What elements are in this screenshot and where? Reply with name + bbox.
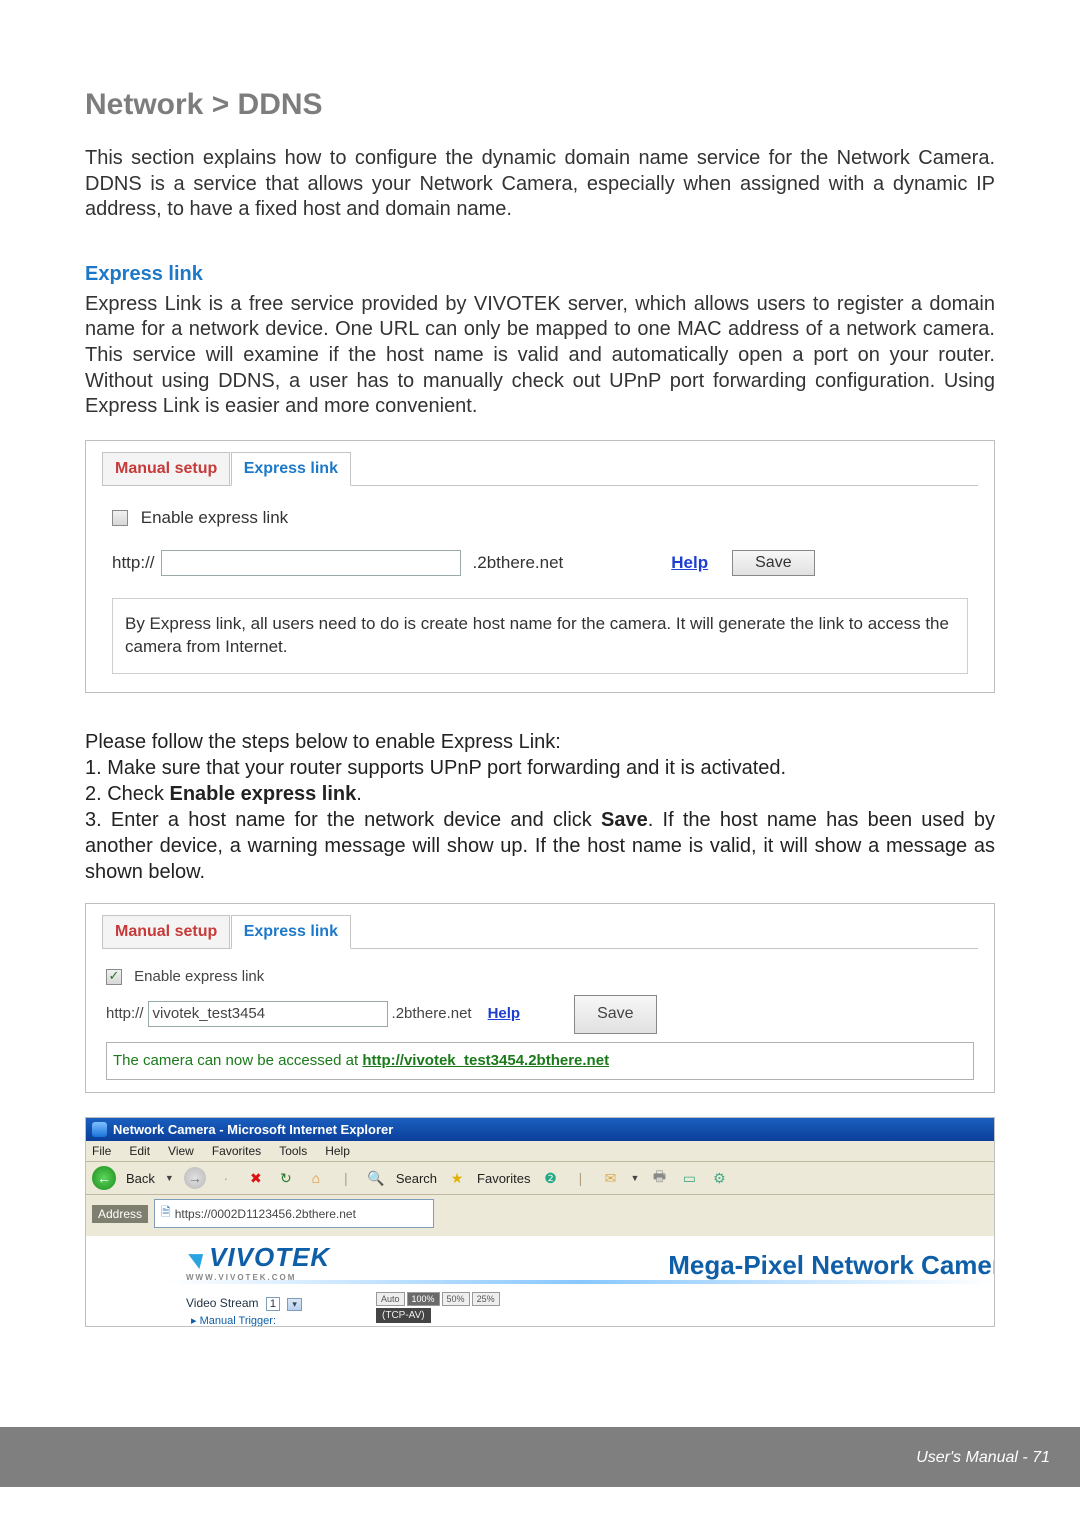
help-link-2[interactable]: Help xyxy=(488,1000,521,1029)
ie-logo-icon xyxy=(92,1122,107,1137)
enable-express-link-checkbox[interactable] xyxy=(112,510,128,526)
favorites-icon[interactable]: ★ xyxy=(447,1168,467,1188)
step-2: 2. Check Enable express link. xyxy=(85,781,995,807)
page-number: User's Manual - 71 xyxy=(916,1449,1050,1467)
forward-icon[interactable]: → xyxy=(184,1167,206,1189)
express-link-panel-unchecked: Manual setup Express link Enable express… xyxy=(85,440,995,693)
print-icon[interactable]: 🖶 xyxy=(649,1168,669,1188)
enable-express-link-label-2: Enable express link xyxy=(134,968,264,985)
home-icon[interactable]: ⌂ xyxy=(306,1168,326,1188)
ie-browser-screenshot: Network Camera - Microsoft Internet Expl… xyxy=(85,1117,995,1327)
menu-view[interactable]: View xyxy=(168,1144,194,1158)
section-heading: Express link xyxy=(85,263,995,286)
menu-tools[interactable]: Tools xyxy=(279,1144,307,1158)
mail-icon[interactable]: ✉ xyxy=(601,1168,621,1188)
save-button[interactable]: Save xyxy=(732,550,814,576)
enable-express-link-label: Enable express link xyxy=(141,508,288,527)
url-prefix-2: http:// xyxy=(106,1000,144,1029)
success-message: The camera can now be accessed at http:/… xyxy=(106,1042,974,1081)
ie-viewport: ◥ VIVOTEK WWW.VIVOTEK.COM Mega-Pixel Net… xyxy=(86,1236,994,1326)
search-label[interactable]: Search xyxy=(396,1171,437,1186)
ie-addressbar: Address 🗎 https://0002D1123456.2bthere.n… xyxy=(86,1195,994,1236)
express-link-panel-checked: Manual setup Express link ✓ Enable expre… xyxy=(85,903,995,1093)
steps-block: Please follow the steps below to enable … xyxy=(85,729,995,885)
video-stream-select[interactable]: 1 xyxy=(266,1297,280,1311)
section-body: Express Link is a free service provided … xyxy=(85,292,995,420)
zoom-50[interactable]: 50% xyxy=(442,1292,470,1306)
menu-edit[interactable]: Edit xyxy=(129,1144,150,1158)
url-suffix: .2bthere.net xyxy=(473,553,564,573)
vivotek-logo: ◥ VIVOTEK WWW.VIVOTEK.COM xyxy=(186,1242,330,1282)
address-label: Address xyxy=(92,1205,148,1223)
favorites-label[interactable]: Favorites xyxy=(477,1171,530,1186)
edit-icon[interactable]: ▭ xyxy=(679,1168,699,1188)
ie-titlebar: Network Camera - Microsoft Internet Expl… xyxy=(86,1118,994,1141)
back-label[interactable]: Back xyxy=(126,1171,155,1186)
camera-title: Mega-Pixel Network Camer xyxy=(668,1250,994,1281)
menu-help[interactable]: Help xyxy=(325,1144,350,1158)
zoom-100[interactable]: 100% xyxy=(407,1292,440,1306)
steps-intro: Please follow the steps below to enable … xyxy=(85,729,995,755)
ie-menubar: File Edit View Favorites Tools Help xyxy=(86,1141,994,1162)
refresh-icon[interactable]: ↻ xyxy=(276,1168,296,1188)
save-button-2[interactable]: Save xyxy=(574,995,656,1033)
tab-express-link[interactable]: Express link xyxy=(231,452,351,486)
zoom-25[interactable]: 25% xyxy=(472,1292,500,1306)
step-1: 1. Make sure that your router supports U… xyxy=(85,755,995,781)
zoom-buttons: Auto 100% 50% 25% xyxy=(376,1292,500,1306)
header-bar: VIVOTEK xyxy=(0,0,1080,34)
research-icon[interactable]: ⚙ xyxy=(709,1168,729,1188)
url-suffix-2: .2bthere.net xyxy=(392,1000,472,1029)
enable-express-link-checkbox-checked[interactable]: ✓ xyxy=(106,969,122,985)
ie-toolbar: ← Back▼ → · ✖ ↻ ⌂ | 🔍 Search ★ Favorites… xyxy=(86,1162,994,1195)
menu-file[interactable]: File xyxy=(92,1144,111,1158)
protocol-label: (TCP-AV) xyxy=(376,1308,431,1323)
stop-icon[interactable]: ✖ xyxy=(246,1168,266,1188)
step-3: 3. Enter a host name for the network dev… xyxy=(85,807,995,885)
hostname-input-filled[interactable]: vivotek_test3454 xyxy=(148,1001,388,1027)
manual-trigger-label[interactable]: ▸ Manual Trigger: xyxy=(191,1314,276,1326)
url-prefix: http:// xyxy=(112,553,155,573)
page-icon: 🗎 xyxy=(161,1203,171,1224)
menu-favorites[interactable]: Favorites xyxy=(212,1144,261,1158)
video-stream-label: Video Stream 1 ▾ xyxy=(186,1296,302,1311)
generated-url-link[interactable]: http://vivotek_test3454.2bthere.net xyxy=(362,1052,609,1069)
hostname-input[interactable] xyxy=(161,550,461,576)
zoom-auto[interactable]: Auto xyxy=(376,1292,405,1306)
tab-manual-setup[interactable]: Manual setup xyxy=(102,452,230,485)
intro-paragraph: This section explains how to configure t… xyxy=(85,146,995,223)
brand-label: VIVOTEK xyxy=(975,58,1050,78)
tab-express-link-2[interactable]: Express link xyxy=(231,915,351,949)
address-field[interactable]: 🗎 https://0002D1123456.2bthere.net xyxy=(154,1199,434,1228)
help-link[interactable]: Help xyxy=(671,553,708,573)
media-icon[interactable]: ❷ xyxy=(541,1168,561,1188)
dropdown-icon[interactable]: ▾ xyxy=(287,1298,302,1311)
hint-box: By Express link, all users need to do is… xyxy=(112,598,968,674)
page-title: Network > DDNS xyxy=(85,88,995,122)
back-icon[interactable]: ← xyxy=(92,1166,116,1190)
tab-manual-setup-2[interactable]: Manual setup xyxy=(102,915,230,948)
search-icon[interactable]: 🔍 xyxy=(366,1168,386,1188)
